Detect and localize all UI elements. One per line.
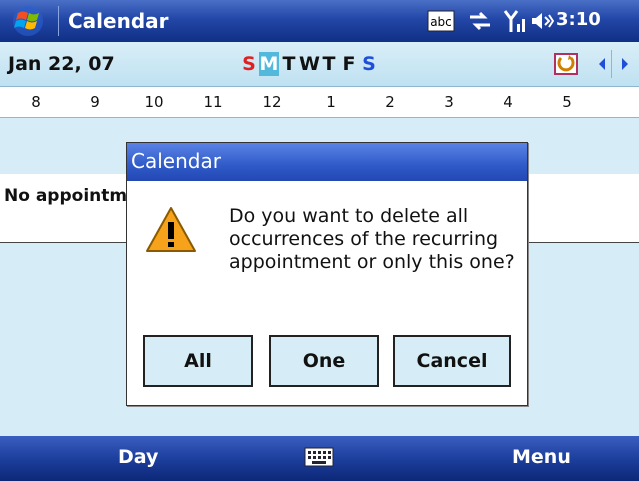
volume-icon[interactable] bbox=[530, 8, 554, 34]
windows-start-icon[interactable] bbox=[6, 4, 54, 38]
previous-day-arrow-icon[interactable] bbox=[593, 54, 611, 74]
abc-input-icon[interactable]: abc bbox=[427, 8, 455, 34]
keyboard-icon[interactable] bbox=[304, 445, 334, 469]
title-separator bbox=[58, 6, 59, 36]
warning-icon bbox=[146, 207, 196, 252]
dialog-title: Calendar bbox=[131, 149, 221, 173]
dialog-title-bar: Calendar bbox=[127, 143, 527, 181]
nav-divider bbox=[611, 50, 612, 78]
date-bar: Jan 22, 07 S M T W T F S bbox=[0, 42, 639, 87]
current-date[interactable]: Jan 22, 07 bbox=[8, 53, 115, 75]
recurrence-icon[interactable] bbox=[553, 52, 579, 76]
weekday-saturday[interactable]: S bbox=[359, 52, 379, 76]
one-button[interactable]: One bbox=[269, 335, 379, 387]
hour-label: 12 bbox=[262, 93, 282, 111]
weekday-monday[interactable]: M bbox=[259, 52, 279, 76]
cancel-button[interactable]: Cancel bbox=[393, 335, 511, 387]
hour-label: 11 bbox=[203, 93, 223, 111]
hour-label: 2 bbox=[385, 93, 395, 111]
softkey-day[interactable]: Day bbox=[118, 446, 158, 468]
hour-label: 1 bbox=[326, 93, 336, 111]
svg-text:abc: abc bbox=[430, 15, 452, 29]
signal-icon[interactable] bbox=[503, 8, 529, 34]
title-bar: Calendar abc 3:10 bbox=[0, 0, 639, 42]
hour-label: 3 bbox=[444, 93, 454, 111]
weekday-tuesday[interactable]: T bbox=[279, 52, 299, 76]
softkey-menu[interactable]: Menu bbox=[512, 446, 571, 468]
no-appointments-text: No appointments bbox=[4, 186, 132, 206]
weekday-sunday[interactable]: S bbox=[239, 52, 259, 76]
hour-scale: 8 9 10 11 12 1 2 3 4 5 bbox=[0, 87, 639, 118]
weekday-wednesday[interactable]: W bbox=[299, 52, 320, 76]
clock[interactable]: 3:10 bbox=[556, 9, 601, 30]
delete-recurrence-dialog: Calendar Do you want to delete all occur… bbox=[126, 142, 528, 406]
weekday-thursday[interactable]: T bbox=[319, 52, 339, 76]
hour-label: 9 bbox=[90, 93, 100, 111]
hour-label: 5 bbox=[562, 93, 572, 111]
all-button[interactable]: All bbox=[143, 335, 253, 387]
next-day-arrow-icon[interactable] bbox=[616, 54, 634, 74]
dialog-message: Do you want to delete all occurrences of… bbox=[229, 205, 515, 273]
hour-label: 4 bbox=[503, 93, 513, 111]
weekday-friday[interactable]: F bbox=[339, 52, 359, 76]
softkey-bar: Day Menu bbox=[0, 436, 639, 481]
app-title: Calendar bbox=[68, 9, 169, 33]
connectivity-icon[interactable] bbox=[468, 8, 492, 34]
hour-label: 8 bbox=[31, 93, 41, 111]
hour-label: 10 bbox=[144, 93, 164, 111]
